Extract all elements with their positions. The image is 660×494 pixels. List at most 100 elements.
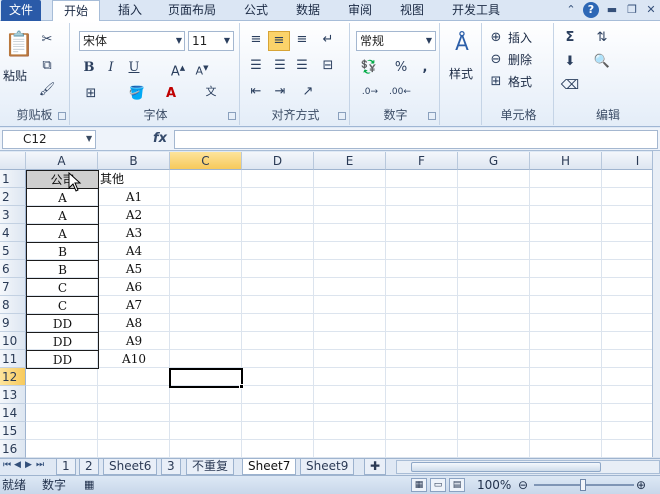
sheet-tab-6[interactable]: Sheet7 [242,459,297,475]
clipboard-launcher-icon[interactable] [58,112,66,120]
column-header-f[interactable]: F [386,152,458,170]
font-color-icon[interactable]: A [160,85,182,103]
alignment-launcher-icon[interactable] [338,112,346,120]
close-icon[interactable]: ✕ [643,2,659,18]
align-center-icon[interactable]: ☰ [270,57,290,75]
cell-b10[interactable]: A9 [98,332,170,350]
sheet-tab-5[interactable]: 不重复 [186,459,235,475]
font-launcher-icon[interactable] [228,112,236,120]
column-header-e[interactable]: E [314,152,386,170]
merge-center-icon[interactable]: ⊟ [318,57,338,75]
horizontal-scrollbar[interactable] [396,460,660,474]
ribbon-minimize-icon[interactable]: ⌃ [563,2,579,18]
row-header-2[interactable]: 2 [0,188,26,206]
column-header-g[interactable]: G [458,152,530,170]
row-header-11[interactable]: 11 [0,350,26,368]
zoom-in-icon[interactable]: ⊕ [636,477,646,493]
align-left-icon[interactable]: ☰ [246,57,266,75]
align-top-icon[interactable]: ≡ [246,31,266,49]
row-header-9[interactable]: 9 [0,314,26,332]
page-layout-view-icon[interactable]: ▭ [430,478,446,492]
column-header-b[interactable]: B [98,152,170,170]
next-sheet-icon[interactable]: ▶ [25,460,32,470]
font-name-select[interactable]: 宋体 [79,31,185,51]
fill-handle[interactable] [239,384,244,389]
cell-b8[interactable]: A7 [98,296,170,314]
name-box[interactable]: C12 [2,130,96,149]
cell-a10[interactable]: DD [26,332,99,351]
tab-view[interactable]: 视图 [392,0,432,21]
cell-b5[interactable]: A4 [98,242,170,260]
zoom-out-icon[interactable]: ⊖ [518,477,528,493]
column-header-h[interactable]: H [530,152,602,170]
tab-insert[interactable]: 插入 [110,0,150,21]
phonetic-icon[interactable]: 文 [200,83,222,101]
column-header-a[interactable]: A [26,152,98,170]
find-select-icon[interactable]: 🔍 [590,53,614,71]
cut-icon[interactable]: ✂ [38,31,56,49]
cell-b2[interactable]: A1 [98,188,170,206]
delete-cells-button[interactable]: 删除 [508,51,532,69]
cell-b6[interactable]: A5 [98,260,170,278]
increase-decimal-icon[interactable]: .0→ [358,83,382,101]
bold-button[interactable]: B [80,59,98,77]
prev-sheet-icon[interactable]: ◀ [14,460,21,470]
underline-button[interactable]: U [125,59,143,77]
cell-b1[interactable]: 其他 [100,170,172,188]
increase-font-icon[interactable]: A▲ [168,59,188,81]
increase-indent-icon[interactable]: ⇥ [270,83,290,101]
autosum-icon[interactable]: Σ [560,29,580,47]
row-header-4[interactable]: 4 [0,224,26,242]
column-header-d[interactable]: D [242,152,314,170]
insert-function-button[interactable]: fx [153,131,167,146]
sheet-tab-7[interactable]: Sheet9 [300,459,355,475]
name-box-chevron-down-icon[interactable]: ▼ [86,134,92,143]
decrease-font-icon[interactable]: A▼ [192,59,212,81]
cell-a4[interactable]: A [26,224,99,243]
vertical-scrollbar[interactable] [652,151,660,457]
tab-page-layout[interactable]: 页面布局 [162,0,222,21]
horizontal-scroll-thumb[interactable] [411,462,601,472]
decrease-indent-icon[interactable]: ⇤ [246,83,266,101]
row-header-14[interactable]: 14 [0,404,26,422]
italic-button[interactable]: I [102,59,120,77]
clear-icon[interactable]: ⌫ [560,77,580,95]
tab-data[interactable]: 数据 [288,0,328,21]
column-header-c[interactable]: C [170,152,242,170]
formula-input[interactable] [174,130,658,149]
row-header-6[interactable]: 6 [0,260,26,278]
insert-sheet-icon[interactable]: ✚ [364,459,386,475]
row-header-7[interactable]: 7 [0,278,26,296]
cell-b9[interactable]: A8 [98,314,170,332]
zoom-slider-thumb[interactable] [580,479,586,491]
fill-color-icon[interactable]: 🪣 [126,85,148,103]
first-sheet-icon[interactable]: ⏮ [3,460,11,470]
sheet-tab-1[interactable]: 1 [56,459,76,475]
cell-b7[interactable]: A6 [98,278,170,296]
row-header-5[interactable]: 5 [0,242,26,260]
format-painter-icon[interactable]: 🖌 [38,81,56,99]
percent-style-button[interactable]: % [392,59,410,77]
align-right-icon[interactable]: ☰ [292,57,312,75]
cell-a5[interactable]: B [26,242,99,261]
sheet-tab-2[interactable]: 2 [79,459,99,475]
fill-icon[interactable]: ⬇ [560,53,580,71]
select-all-corner[interactable] [0,152,26,170]
row-header-1[interactable]: 1 [0,170,26,188]
cell-b4[interactable]: A3 [98,224,170,242]
orientation-icon[interactable]: ↗ [298,83,318,101]
row-header-13[interactable]: 13 [0,386,26,404]
row-header-3[interactable]: 3 [0,206,26,224]
wrap-text-icon[interactable]: ↵ [318,31,338,49]
sort-filter-icon[interactable]: ⇅ [590,29,614,47]
align-bottom-icon[interactable]: ≡ [292,31,312,49]
last-sheet-icon[interactable]: ⏭ [36,460,44,470]
cell-a11[interactable]: DD [26,350,99,369]
comma-style-button[interactable]: , [416,59,434,77]
cell-a7[interactable]: C [26,278,99,297]
restore-icon[interactable]: ❐ [624,2,640,18]
cell-b11[interactable]: A10 [98,350,170,368]
cell-a8[interactable]: C [26,296,99,315]
minimize-icon[interactable]: ▬ [604,2,620,18]
accounting-format-icon[interactable]: 💱 [358,59,380,77]
